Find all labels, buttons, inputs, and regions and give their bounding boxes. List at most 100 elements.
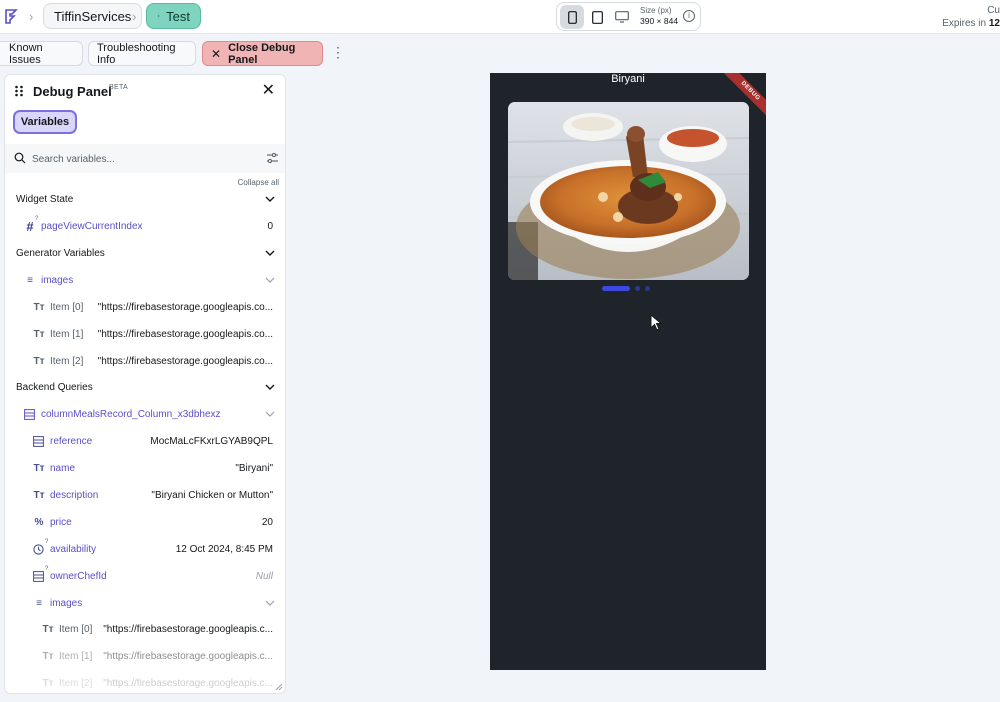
text-icon: Tт — [42, 677, 54, 689]
field-name: reference — [50, 435, 93, 447]
chevron-right-icon: › — [29, 9, 34, 24]
field-row-name[interactable]: Tт name "Biryani" — [5, 458, 285, 478]
field-row-price[interactable]: % price 20 — [5, 512, 285, 532]
list-icon: ≡ — [36, 597, 42, 609]
list-item[interactable]: Tт Item [2] "https://firebasestorage.goo… — [5, 673, 285, 693]
carousel-dot[interactable] — [635, 285, 640, 291]
search-bar — [5, 144, 285, 173]
field-row-images[interactable]: ≡ images — [5, 593, 285, 613]
desktop-device-button[interactable] — [610, 5, 634, 29]
text-icon: Tт — [33, 328, 45, 340]
collapse-all-button[interactable]: Collapse all — [238, 178, 279, 187]
tablet-icon — [591, 10, 603, 24]
phone-device-button[interactable] — [560, 5, 584, 29]
drag-handle-icon[interactable] — [14, 85, 24, 97]
expires-line: Expires in 12 — [942, 17, 1000, 30]
section-generator-variables[interactable]: Generator Variables — [5, 243, 285, 263]
field-name: availability — [50, 543, 97, 555]
text-icon: Tт — [33, 301, 45, 313]
field-name: price — [50, 516, 72, 528]
field-name: images — [50, 597, 83, 609]
item-value: "https://firebasestorage.googleapis.c... — [103, 623, 273, 635]
status-line-1: Cu — [987, 5, 1000, 16]
nullable-mark: ? — [45, 539, 49, 545]
variable-row[interactable]: # ? pageViewCurrentIndex 0 — [5, 216, 285, 236]
device-preview[interactable]: Biryani DEBUG — [490, 73, 766, 670]
top-bar: › TiffinServices › Test Size (px) 390 × … — [0, 0, 1000, 34]
info-icon[interactable]: i — [683, 10, 695, 22]
list-name: images — [41, 274, 74, 286]
carousel-dot[interactable] — [645, 285, 650, 291]
section-backend-queries[interactable]: Backend Queries — [5, 377, 285, 397]
expires-label: Expires in — [942, 18, 987, 29]
field-value: 20 — [261, 516, 273, 528]
list-icon: ≡ — [27, 274, 33, 286]
expires-value: 12 — [988, 18, 1000, 29]
record-name: columnMealsRecord_Column_x3dbhexz — [41, 408, 221, 420]
item-name: Item [0] — [59, 623, 93, 635]
project-name-button[interactable]: TiffinServices — [43, 3, 143, 29]
biryani-photo-illustration — [508, 102, 749, 280]
list-item[interactable]: Tт Item [1] "https://firebasestorage.goo… — [5, 324, 285, 344]
more-options-icon[interactable]: ⋮ — [331, 45, 345, 59]
tablet-device-button[interactable] — [585, 5, 609, 29]
chevron-down-icon — [265, 384, 275, 390]
list-row-images[interactable]: ≡ images — [5, 270, 285, 290]
item-value: "https://firebasestorage.googleapis.co..… — [97, 355, 273, 367]
biryani-image[interactable] — [508, 102, 749, 280]
clock-icon — [33, 543, 44, 555]
canvas-size-readout: Size (px) 390 × 844 — [640, 5, 678, 27]
device-selector: Size (px) 390 × 844 i — [556, 2, 701, 31]
carousel-indicator[interactable] — [602, 285, 650, 291]
field-name: ownerChefId — [50, 570, 107, 582]
percent-icon: % — [34, 516, 44, 528]
field-name: name — [50, 462, 76, 474]
field-row-owner-chef-id[interactable]: ? ownerChefId Null — [5, 566, 285, 586]
test-mode-button[interactable]: Test — [146, 3, 201, 29]
item-name: Item [1] — [59, 650, 93, 662]
chevron-right-icon: › — [132, 9, 137, 24]
bolt-icon — [157, 14, 160, 18]
tab-variables-label: Variables — [20, 116, 70, 128]
filter-icon[interactable] — [266, 152, 279, 164]
item-name: Item [2] — [59, 677, 93, 689]
project-name-label: TiffinServices — [54, 8, 132, 24]
resize-handle-icon[interactable] — [275, 683, 283, 691]
list-item[interactable]: Tт Item [0] "https://firebasestorage.goo… — [5, 297, 285, 317]
debug-panel: Debug Panel BETA ✕ Variables Collapse al… — [4, 74, 286, 694]
field-value: MocMaLcFKxrLGYAB9QPL — [150, 435, 273, 447]
search-input[interactable] — [32, 150, 252, 168]
section-label: Widget State — [16, 193, 74, 205]
flutterflow-logo-icon[interactable] — [2, 6, 22, 26]
section-widget-state[interactable]: Widget State — [5, 189, 285, 209]
query-record-row[interactable]: columnMealsRecord_Column_x3dbhexz — [5, 404, 285, 424]
troubleshooting-info-button[interactable]: Troubleshooting Info — [88, 41, 196, 66]
desktop-icon — [615, 11, 629, 23]
list-item[interactable]: Tт Item [2] "https://firebasestorage.goo… — [5, 351, 285, 371]
mouse-cursor-icon — [650, 314, 662, 331]
doc-ref-icon — [33, 435, 44, 447]
carousel-dot-active[interactable] — [602, 285, 630, 291]
known-issues-button[interactable]: Known Issues — [0, 41, 83, 66]
text-icon: Tт — [33, 355, 45, 367]
item-value: "https://firebasestorage.googleapis.co..… — [97, 328, 273, 340]
test-mode-label: Test — [166, 8, 190, 24]
tab-variables[interactable]: Variables — [13, 110, 77, 134]
field-row-reference[interactable]: reference MocMaLcFKxrLGYAB9QPL — [5, 431, 285, 451]
item-name: Item [2] — [50, 355, 84, 367]
section-label: Backend Queries — [16, 381, 93, 393]
field-row-description[interactable]: Tт description "Biryani Chicken or Mutto… — [5, 485, 285, 505]
close-debug-panel-button[interactable]: ✕ Close Debug Panel — [202, 41, 323, 66]
item-value: "https://firebasestorage.googleapis.c... — [103, 650, 273, 662]
table-icon — [24, 408, 35, 420]
list-item[interactable]: Tт Item [1] "https://firebasestorage.goo… — [5, 646, 285, 666]
field-value: Null — [255, 570, 273, 582]
field-name: description — [50, 489, 99, 501]
close-debug-label: Close Debug Panel — [228, 41, 296, 66]
chevron-down-icon — [265, 277, 275, 283]
field-row-availability[interactable]: ? availability 12 Oct 2024, 8:45 PM — [5, 539, 285, 559]
text-icon: Tт — [42, 623, 54, 635]
field-value: "Biryani Chicken or Mutton" — [151, 489, 273, 501]
close-icon[interactable]: ✕ — [262, 83, 275, 99]
list-item[interactable]: Tт Item [0] "https://firebasestorage.goo… — [5, 619, 285, 639]
